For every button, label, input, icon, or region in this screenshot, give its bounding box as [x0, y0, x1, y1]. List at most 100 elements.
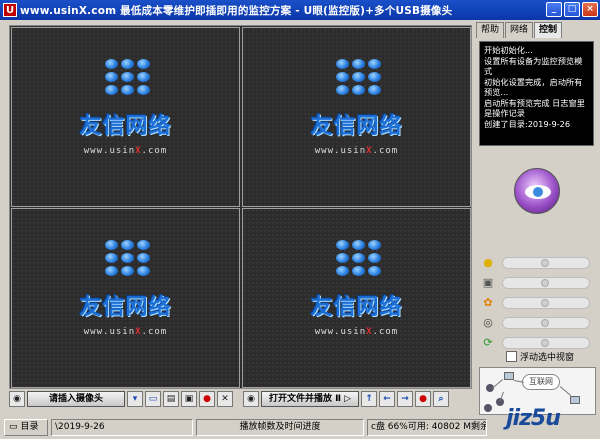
saturation-control: ✿ — [480, 295, 595, 311]
contrast-control: ▣ — [480, 275, 595, 291]
sharpness-slider[interactable] — [502, 317, 590, 329]
camera-icon[interactable]: ◉ — [243, 391, 259, 407]
record-icon[interactable]: ● — [199, 391, 215, 407]
logo-dot — [137, 240, 150, 250]
logo-dot — [105, 72, 118, 82]
contrast-slider[interactable] — [502, 277, 590, 289]
brand-url: www.usinX.com — [83, 146, 168, 156]
brightness-control: ● — [480, 255, 595, 271]
logo-dot — [368, 59, 381, 69]
tab-control[interactable]: 控制 — [534, 22, 563, 38]
save-icon[interactable]: ▤ — [163, 391, 179, 407]
video-cell-1[interactable]: 友信网络 www.usinX.com — [11, 27, 240, 207]
logo-dot — [368, 85, 381, 95]
slider-knob[interactable] — [541, 279, 549, 287]
brand-url: www.usinX.com — [83, 327, 168, 337]
saturation-slider[interactable] — [502, 297, 590, 309]
video-grid: 友信网络 www.usinX.com 友信网络 www.usinX.com 友信… — [9, 25, 472, 389]
logo-dot — [105, 85, 118, 95]
logo-dot — [368, 72, 381, 82]
slider-knob[interactable] — [541, 319, 549, 327]
video-cell-3[interactable]: 友信网络 www.usinX.com — [11, 208, 240, 388]
log-line: 创建了目录:2019-9-26 — [484, 118, 571, 129]
search-icon[interactable]: ⌕ — [433, 391, 449, 407]
monitor-icon[interactable]: ▭ — [145, 391, 161, 407]
saturation-icon: ✿ — [483, 296, 493, 309]
panel-tabs: 帮助 网络 控制 — [476, 22, 563, 38]
window-title: www.usinX.com 最低成本零维护即插即用的监控方案 - U眼(监控版)… — [20, 4, 453, 17]
logo-dot — [121, 266, 134, 276]
eye-icon[interactable] — [514, 168, 560, 214]
logo-dot — [121, 59, 134, 69]
refresh-slider[interactable] — [502, 337, 590, 349]
logo-dot — [352, 253, 365, 263]
logo-dot — [137, 266, 150, 276]
logo-dot — [368, 266, 381, 276]
float-preview-checkbox[interactable] — [506, 351, 517, 362]
log-line: 开始初始化... — [484, 45, 533, 55]
brand-name: 友信网络 — [79, 114, 172, 139]
logo-dot — [121, 85, 134, 95]
slider-knob[interactable] — [541, 339, 549, 347]
slider-knob[interactable] — [541, 299, 549, 307]
photo-icon[interactable]: ▣ — [181, 391, 197, 407]
brand-name: 友信网络 — [310, 114, 403, 139]
logo-dot — [336, 59, 349, 69]
brand-logo-icon — [103, 239, 153, 279]
brightness-icon: ● — [483, 256, 493, 269]
log-window: 开始初始化... 设置所有设备为监控预览模式 初始化设置完成，启动所有预览...… — [479, 41, 594, 146]
logo-dot — [121, 253, 134, 263]
maximize-button[interactable]: □ — [564, 2, 580, 17]
logo-dot — [105, 240, 118, 250]
brand-url: www.usinX.com — [314, 146, 399, 156]
brand-logo-icon — [334, 239, 384, 279]
close-button[interactable]: × — [582, 2, 598, 17]
float-preview-label: 浮动选中视窗 — [520, 353, 575, 363]
brand-url: www.usinX.com — [314, 327, 399, 337]
logo-dot — [352, 266, 365, 276]
directory-button[interactable]: ▭ 目录 — [4, 419, 48, 436]
record-icon[interactable]: ● — [415, 391, 431, 407]
camera-icon — [484, 404, 492, 412]
refresh-control: ⟳ — [480, 335, 595, 351]
video-cell-2[interactable]: 友信网络 www.usinX.com — [242, 27, 471, 207]
folder-icon: ▭ — [9, 422, 18, 432]
log-line: 启动所有预览完成 日志窗里是操作记录 — [484, 97, 585, 119]
logo-dot — [137, 72, 150, 82]
sharpness-icon: ◎ — [483, 316, 493, 329]
brightness-slider[interactable] — [502, 257, 590, 269]
logo-dot — [336, 253, 349, 263]
watermark: jiz5u — [506, 406, 561, 431]
float-preview-option[interactable]: 浮动选中视窗 — [506, 350, 574, 363]
video-cell-4[interactable]: 友信网络 www.usinX.com — [242, 208, 471, 388]
refresh-icon[interactable]: ⟳ — [480, 335, 496, 351]
slider-knob[interactable] — [541, 259, 549, 267]
open-file-play-button[interactable]: 打开文件并播放 Ⅱ ▷ — [261, 391, 359, 407]
logo-dot — [336, 72, 349, 82]
brand-name: 友信网络 — [79, 295, 172, 320]
tab-network[interactable]: 网络 — [505, 22, 534, 38]
minimize-button[interactable]: _ — [546, 2, 562, 17]
cloud-icon: 互联网 — [522, 374, 560, 390]
logo-dot — [105, 253, 118, 263]
dropdown-icon[interactable]: ▾ — [127, 391, 143, 407]
sharpness-control: ◎ — [480, 315, 595, 331]
insert-camera-button[interactable]: 请插入摄像头 — [27, 391, 125, 407]
camera-icon[interactable]: ◉ — [9, 391, 25, 407]
computer-icon — [570, 396, 580, 404]
tools-icon[interactable]: ✕ — [217, 391, 233, 407]
right-arrow-icon[interactable]: → — [397, 391, 413, 407]
title-bar: U www.usinX.com 最低成本零维护即插即用的监控方案 - U眼(监控… — [0, 0, 600, 20]
logo-dot — [336, 240, 349, 250]
brand-logo-icon — [334, 58, 384, 98]
left-arrow-icon[interactable]: ← — [379, 391, 395, 407]
playback-progress: 播放帧数及时间进度 — [196, 419, 364, 436]
video-toolbar: ◉ 请插入摄像头 ▾ ▭ ▤ ▣ ● ✕ ◉ 打开文件并播放 Ⅱ ▷ ↑ ← →… — [9, 390, 472, 408]
logo-dot — [352, 59, 365, 69]
logo-dot — [137, 85, 150, 95]
log-line: 初始化设置完成，启动所有预览... — [484, 76, 583, 98]
contrast-icon: ▣ — [482, 276, 494, 289]
up-arrow-icon[interactable]: ↑ — [361, 391, 377, 407]
tab-help[interactable]: 帮助 — [476, 22, 505, 38]
logo-dot — [368, 240, 381, 250]
